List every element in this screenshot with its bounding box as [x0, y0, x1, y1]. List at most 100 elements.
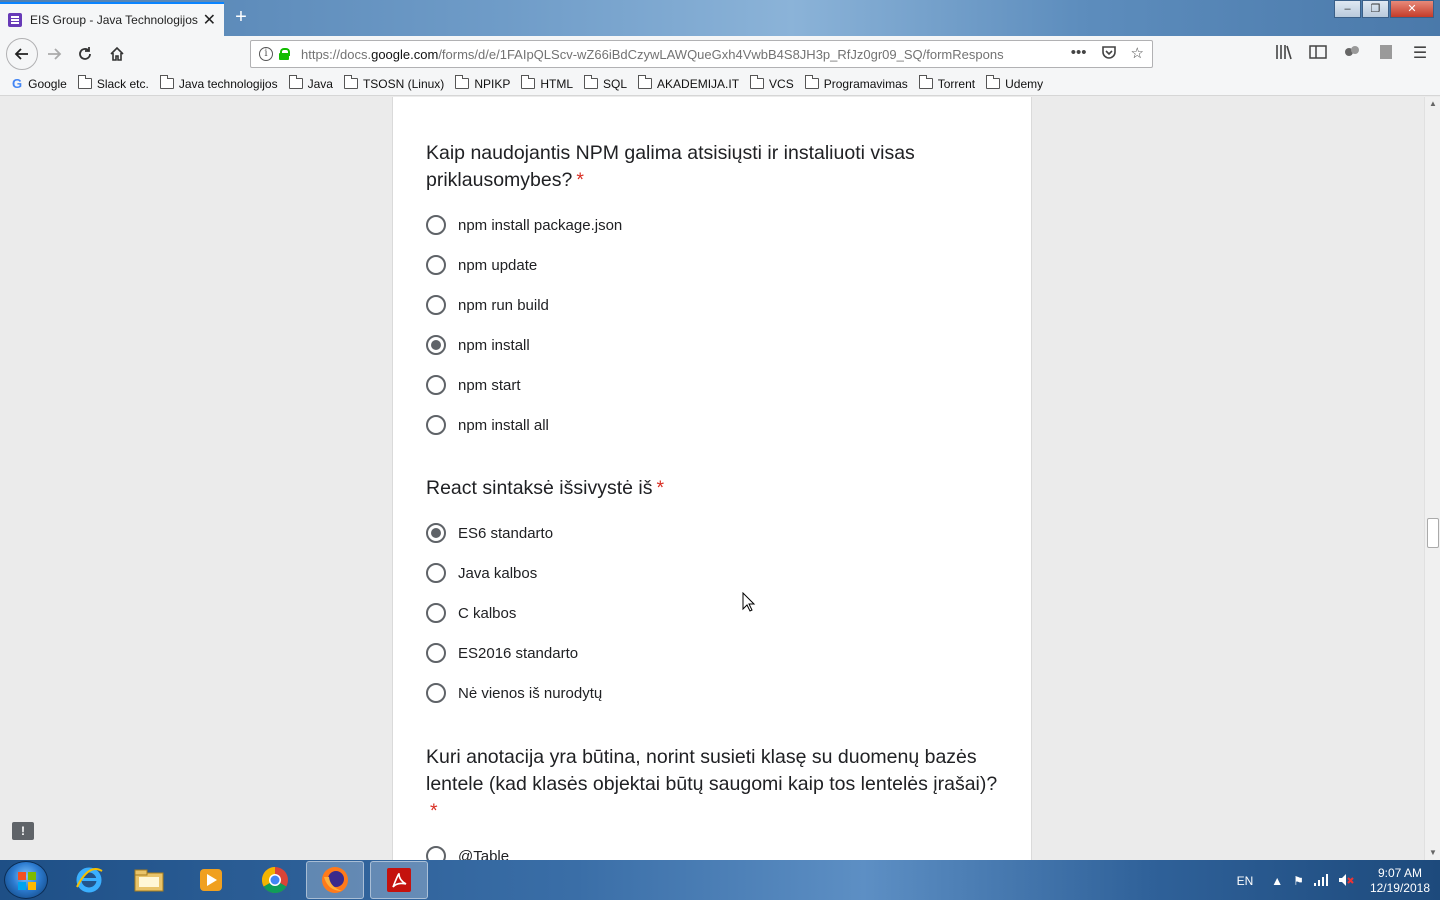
bookmark-folder[interactable]: Java technologijos — [159, 75, 278, 91]
radio-option[interactable]: npm install package.json — [426, 205, 1006, 245]
required-asterisk: * — [430, 800, 438, 822]
radio-option-selected[interactable]: ES6 standarto — [426, 513, 1006, 553]
question-title: Kuri anotacija yra būtina, norint susiet… — [426, 746, 998, 822]
library-icon[interactable] — [1274, 44, 1294, 64]
bookmark-folder[interactable]: AKADEMIJA.IT — [638, 75, 739, 91]
secure-lock-icon — [279, 48, 290, 60]
folder-icon — [804, 75, 819, 89]
radio-button[interactable] — [426, 643, 446, 663]
home-icon — [110, 46, 124, 61]
volume-muted-icon[interactable] — [1338, 873, 1354, 890]
radio-option[interactable]: npm run build — [426, 285, 1006, 325]
bookmark-folder[interactable]: TSOSN (Linux) — [343, 75, 444, 91]
radio-button[interactable] — [426, 255, 446, 275]
restore-button[interactable]: ❐ — [1362, 0, 1389, 18]
scroll-thumb[interactable] — [1427, 518, 1439, 548]
bookmark-google[interactable]: G Google — [12, 76, 67, 91]
radio-option[interactable]: npm install all — [426, 405, 1006, 445]
forward-button[interactable] — [40, 40, 68, 68]
radio-button[interactable] — [426, 563, 446, 583]
radio-button[interactable] — [426, 215, 446, 235]
url-text[interactable]: https://docs.google.com/forms/d/e/1FAIpQ… — [301, 47, 1063, 62]
start-button[interactable] — [4, 861, 48, 899]
option-label: ES2016 standarto — [458, 644, 579, 662]
back-button[interactable] — [6, 38, 38, 70]
language-indicator[interactable]: EN — [1237, 874, 1254, 888]
minimize-button[interactable]: – — [1334, 0, 1361, 18]
folder-icon — [918, 75, 933, 89]
clock-time: 9:07 AM — [1377, 866, 1422, 880]
radio-option[interactable]: Java kalbos — [426, 553, 1006, 593]
site-info-icon[interactable]: i — [259, 47, 273, 61]
show-hidden-icons-icon[interactable]: ▲ — [1271, 874, 1283, 888]
radio-button-checked[interactable] — [426, 335, 446, 355]
page-actions-icon[interactable]: ••• — [1071, 44, 1087, 64]
radio-option[interactable]: @Table — [426, 836, 1006, 860]
required-asterisk: * — [656, 477, 665, 499]
scroll-up-arrow-icon[interactable]: ▲ — [1425, 97, 1440, 111]
radio-button[interactable] — [426, 846, 446, 860]
question-npm-install: Kaip naudojantis NPM galima atsisiųsti i… — [426, 140, 1006, 445]
pocket-icon[interactable] — [1101, 44, 1117, 64]
option-label: npm install — [458, 336, 530, 354]
taskbar-acrobat[interactable] — [370, 861, 428, 899]
bookmark-folder[interactable]: NPIKP — [455, 75, 510, 91]
bookmark-folder[interactable]: Udemy — [986, 75, 1043, 91]
file-explorer-icon — [134, 869, 164, 892]
radio-option-selected[interactable]: npm install — [426, 325, 1006, 365]
taskbar-firefox[interactable] — [306, 861, 364, 899]
bookmark-folder[interactable]: VCS — [750, 75, 794, 91]
taskbar-explorer[interactable] — [120, 861, 178, 899]
radio-option[interactable]: Nė vienos iš nurodytų — [426, 673, 1006, 713]
forward-arrow-icon — [48, 48, 62, 60]
system-clock[interactable]: 9:07 AM 12/19/2018 — [1370, 866, 1430, 896]
radio-button[interactable] — [426, 603, 446, 623]
radio-option[interactable]: ES2016 standarto — [426, 633, 1006, 673]
bookmark-folder[interactable]: Torrent — [918, 75, 975, 91]
option-label: C kalbos — [458, 604, 517, 622]
radio-button[interactable] — [426, 295, 446, 315]
window-controls: – ❐ ✕ — [1333, 0, 1434, 18]
tab-title: EIS Group - Java Technologijos — [30, 13, 198, 27]
media-player-icon — [200, 869, 222, 891]
option-label: npm start — [458, 376, 521, 394]
close-window-button[interactable]: ✕ — [1390, 0, 1434, 18]
radio-option[interactable]: npm update — [426, 245, 1006, 285]
radio-button-checked[interactable] — [426, 523, 446, 543]
radio-button[interactable] — [426, 375, 446, 395]
feedback-icon[interactable]: ! — [12, 822, 34, 840]
bookmark-folder[interactable]: Java — [288, 75, 333, 91]
bookmark-folder[interactable]: Programavimas — [804, 75, 908, 91]
address-bar[interactable]: i https://docs.google.com/forms/d/e/1FAI… — [250, 40, 1153, 68]
extension-gray-icon[interactable] — [1376, 44, 1396, 64]
action-center-flag-icon[interactable]: ⚑ — [1293, 874, 1304, 888]
menu-hamburger-icon[interactable]: ☰ — [1410, 44, 1430, 64]
folder-icon — [343, 75, 358, 89]
taskbar-ie[interactable] — [60, 861, 118, 899]
option-label: @Table — [458, 847, 510, 861]
radio-option[interactable]: C kalbos — [426, 593, 1006, 633]
bookmark-folder[interactable]: Slack etc. — [77, 75, 149, 91]
bookmark-folder[interactable]: HTML — [521, 75, 573, 91]
option-label: Java kalbos — [458, 564, 538, 582]
taskbar-media-player[interactable] — [182, 861, 240, 899]
reload-button[interactable] — [71, 40, 99, 68]
network-signal-icon[interactable] — [1313, 873, 1328, 889]
bookmark-folder[interactable]: SQL — [584, 75, 627, 91]
folder-icon — [986, 75, 1001, 89]
bookmark-star-icon[interactable]: ☆ — [1131, 44, 1144, 64]
window-titlebar: EIS Group - Java Technologijos ✕ + – ❐ ✕ — [0, 0, 1440, 36]
page-scrollbar[interactable]: ▲ ▼ — [1424, 97, 1440, 860]
home-button[interactable] — [103, 40, 131, 68]
radio-option[interactable]: npm start — [426, 365, 1006, 405]
scroll-down-arrow-icon[interactable]: ▼ — [1425, 846, 1440, 860]
taskbar-chrome[interactable] — [246, 861, 304, 899]
sidebar-icon[interactable] — [1308, 44, 1328, 64]
extension-icon[interactable] — [1342, 44, 1362, 64]
radio-button[interactable] — [426, 415, 446, 435]
browser-tab-active[interactable]: EIS Group - Java Technologijos ✕ — [0, 2, 224, 36]
option-label: ES6 standarto — [458, 524, 554, 542]
tab-close-icon[interactable]: ✕ — [203, 10, 216, 30]
radio-button[interactable] — [426, 683, 446, 703]
new-tab-button[interactable]: + — [230, 6, 252, 28]
